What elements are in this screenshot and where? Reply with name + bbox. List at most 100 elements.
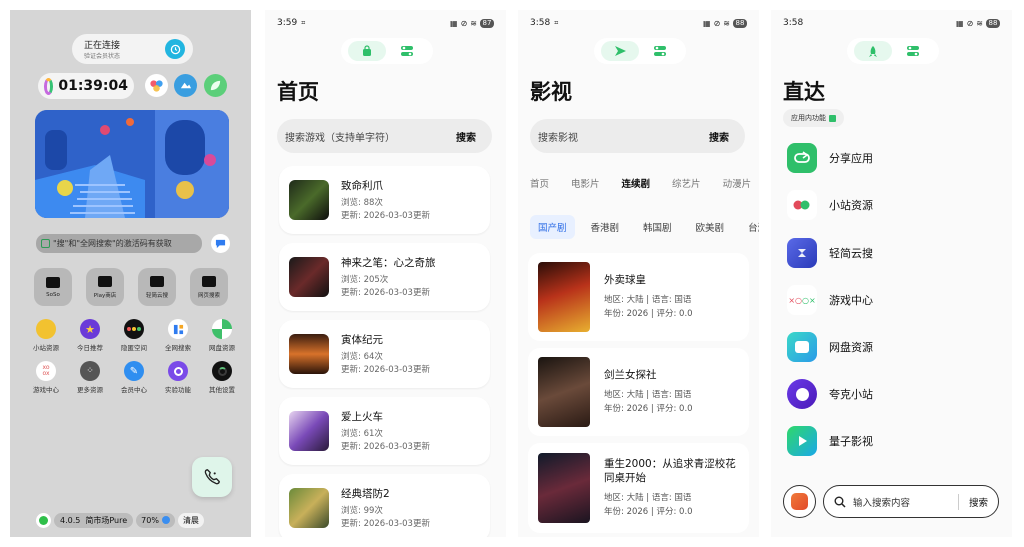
app-launcher-button[interactable]: [783, 485, 816, 518]
tab-series[interactable]: 连续剧: [622, 176, 651, 190]
game-card[interactable]: 爱上火车 浏览: 61次 更新: 2026-03-03更新: [279, 397, 490, 465]
star-icon: ★: [80, 319, 100, 339]
grid-item[interactable]: 其他设置: [202, 361, 242, 394]
game-search-input[interactable]: 搜索游戏（支持单字符）: [285, 129, 395, 144]
connect-pill[interactable]: 正在连接 验证会员状态: [72, 34, 193, 64]
rocket-icon[interactable]: [854, 41, 892, 61]
battery-icon: 88: [733, 18, 747, 28]
grid-item[interactable]: ⁘ 更多资源: [70, 361, 110, 394]
nfc-icon: ▦: [703, 18, 711, 28]
toggle-icon[interactable]: [894, 41, 932, 61]
game-search-bar[interactable]: 搜索游戏（支持单字符） 搜索: [277, 119, 492, 153]
movie-card[interactable]: 重生2000：从追求青涩校花同桌开始 地区: 大陆 | 语言: 国语 年份: 202…: [528, 443, 749, 533]
direct-item[interactable]: 量子影视: [787, 426, 873, 456]
grid-item[interactable]: 全网搜索: [158, 319, 198, 352]
search-button[interactable]: 搜索: [709, 129, 729, 144]
mode-switcher: [847, 38, 939, 64]
toggle-icon[interactable]: [388, 41, 426, 61]
game-thumbnail: [289, 334, 329, 374]
tab-variety[interactable]: 综艺片: [672, 176, 701, 190]
toggle-icon[interactable]: [641, 41, 679, 61]
page-title: 首页: [277, 80, 319, 104]
tile-web-search[interactable]: 网页搜索: [190, 268, 228, 306]
tab-anime[interactable]: 动漫片: [723, 176, 752, 190]
phone-icon: [204, 469, 220, 485]
timer-pill[interactable]: 01:39:04: [38, 73, 134, 99]
grid-item[interactable]: 小站资源: [26, 319, 66, 352]
wallpaper-image: [35, 110, 229, 218]
category-tabs: 首页 电影片 连续剧 综艺片 动漫片: [530, 176, 759, 190]
tile-play-store[interactable]: Play商店: [86, 268, 124, 306]
video-search-bar[interactable]: 搜索影视 搜索: [530, 119, 745, 153]
grid-item[interactable]: 网盘资源: [202, 319, 242, 352]
play-icon[interactable]: [601, 41, 639, 61]
grid-item[interactable]: 实验功能: [158, 361, 198, 394]
game-thumbnail: [289, 180, 329, 220]
chat-bubble-icon[interactable]: [211, 234, 230, 253]
game-card[interactable]: 致命利爪 浏览: 88次 更新: 2026-03-03更新: [279, 166, 490, 234]
hearts-icon: [787, 190, 817, 220]
subtab-mainland[interactable]: 国产剧: [530, 215, 575, 239]
bag-icon[interactable]: [348, 41, 386, 61]
tile-soso[interactable]: SoSo: [34, 268, 72, 306]
tile-cloud-search[interactable]: 轻简云搜: [138, 268, 176, 306]
grid-label: 更多资源: [77, 386, 103, 394]
clock-icon[interactable]: [165, 39, 185, 59]
tab-movies[interactable]: 电影片: [571, 176, 600, 190]
panel-home: 3:59 ⌗ ▦ ⊘ ≋ 87 首页 搜索游戏（支持单字符） 搜索 致命利爪 浏览: 88…: [265, 10, 506, 537]
subtab-hongkong[interactable]: 香港剧: [583, 215, 628, 239]
screenshot-canvas: 正在连接 验证会员状态 01:39:04 "搜"和"全网搜索"的激活码有获取 S…: [0, 0, 1024, 547]
game-center-icon: xo ox: [36, 361, 56, 381]
grid-label: 小站资源: [33, 344, 59, 352]
video-search-input[interactable]: 搜索影视: [538, 129, 578, 144]
game-views: 浏览: 61次: [341, 428, 383, 439]
game-card[interactable]: 经典塔防2 浏览: 99次 更新: 2026-03-03更新: [279, 474, 490, 537]
weather-icon[interactable]: [174, 74, 197, 97]
direct-item-label: 分享应用: [829, 152, 873, 165]
feature-chip[interactable]: 应用内功能: [783, 109, 844, 127]
movie-title: 重生2000：从追求青涩校花同桌开始: [604, 458, 736, 484]
version-pill[interactable]: 4.0.5 简市场Pure: [54, 512, 134, 528]
game-card[interactable]: 神来之笔：心之奇旅 浏览: 205次 更新: 2026-03-03更新: [279, 243, 490, 311]
market-text: 简市场Pure: [85, 515, 128, 525]
direct-item-label: 小站资源: [829, 199, 873, 212]
direct-item[interactable]: 网盘资源: [787, 332, 873, 362]
game-center-icon: ×○ ○×: [787, 285, 817, 315]
clean-pill[interactable]: 清晨: [177, 512, 204, 528]
direct-item[interactable]: 夸克小站: [787, 379, 873, 409]
folder-icon: [150, 275, 164, 287]
game-updated: 更新: 2026-03-03更新: [341, 518, 430, 529]
movie-card[interactable]: 剑兰女探社 地区: 大陆 | 语言: 国语 年份: 2026 | 评分: 0.0: [528, 348, 749, 436]
direct-item[interactable]: 轻简云搜: [787, 238, 873, 268]
grid-item[interactable]: ★ 今日推荐: [70, 319, 110, 352]
launcher-search-bar[interactable]: "搜"和"全网搜索"的激活码有获取: [36, 234, 202, 253]
subtab-taiwan[interactable]: 台湾剧: [740, 215, 759, 239]
phone-fab[interactable]: [192, 457, 232, 497]
nfc-icon: ▦: [956, 18, 964, 28]
subtab-korea[interactable]: 韩国剧: [635, 215, 680, 239]
leaf-icon[interactable]: [204, 74, 227, 97]
grid-label: 会员中心: [121, 386, 147, 394]
grid-item[interactable]: ✎ 会员中心: [114, 361, 154, 394]
direct-item[interactable]: 小站资源: [787, 190, 873, 220]
photos-icon[interactable]: [145, 74, 168, 97]
search-button[interactable]: 搜索: [969, 495, 988, 509]
tile-label: 轻简云搜: [145, 292, 168, 299]
movie-card[interactable]: 外卖球皇 地区: 大陆 | 语言: 国语 年份: 2026 | 评分: 0.0: [528, 253, 749, 341]
ring-icon: [44, 77, 54, 95]
game-card[interactable]: 寅体纪元 浏览: 64次 更新: 2026-03-03更新: [279, 320, 490, 388]
connect-subtitle: 验证会员状态: [84, 53, 121, 60]
direct-item[interactable]: 分享应用: [787, 143, 873, 173]
search-button[interactable]: 搜索: [456, 129, 476, 144]
percent-pill[interactable]: 70%: [136, 512, 175, 528]
game-thumbnail: [289, 257, 329, 297]
subtab-western[interactable]: 欧美剧: [688, 215, 733, 239]
tab-home[interactable]: 首页: [530, 176, 549, 190]
direct-item[interactable]: ×○ ○× 游戏中心: [787, 285, 873, 315]
grid-item[interactable]: xo ox 游戏中心: [26, 361, 66, 394]
battery-icon: 88: [986, 18, 1000, 28]
version-text: 4.0.5: [60, 515, 81, 525]
bottom-search-input[interactable]: 输入搜索内容: [853, 495, 958, 509]
bottom-search-bar[interactable]: 输入搜索内容 搜索: [823, 485, 999, 518]
grid-item[interactable]: 隐匿空间: [114, 319, 154, 352]
